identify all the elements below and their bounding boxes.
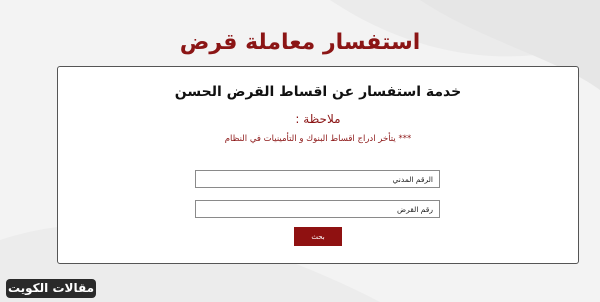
search-button[interactable]: بحث xyxy=(294,227,342,246)
brand-logo: مقالات الكويت xyxy=(6,279,96,298)
form-heading: خدمة استفسار عن اقساط القرض الحسن xyxy=(174,84,462,100)
note-label: ملاحظة : xyxy=(295,112,341,126)
note-text: *** يتأخر ادراج اقساط البنوك و التأمينيا… xyxy=(224,134,412,144)
civil-id-input[interactable] xyxy=(195,170,440,188)
page-title: استفسار معاملة قرض xyxy=(179,30,421,55)
loan-number-input[interactable] xyxy=(195,200,440,218)
inquiry-panel: خدمة استفسار عن اقساط القرض الحسن ملاحظة… xyxy=(57,66,579,264)
